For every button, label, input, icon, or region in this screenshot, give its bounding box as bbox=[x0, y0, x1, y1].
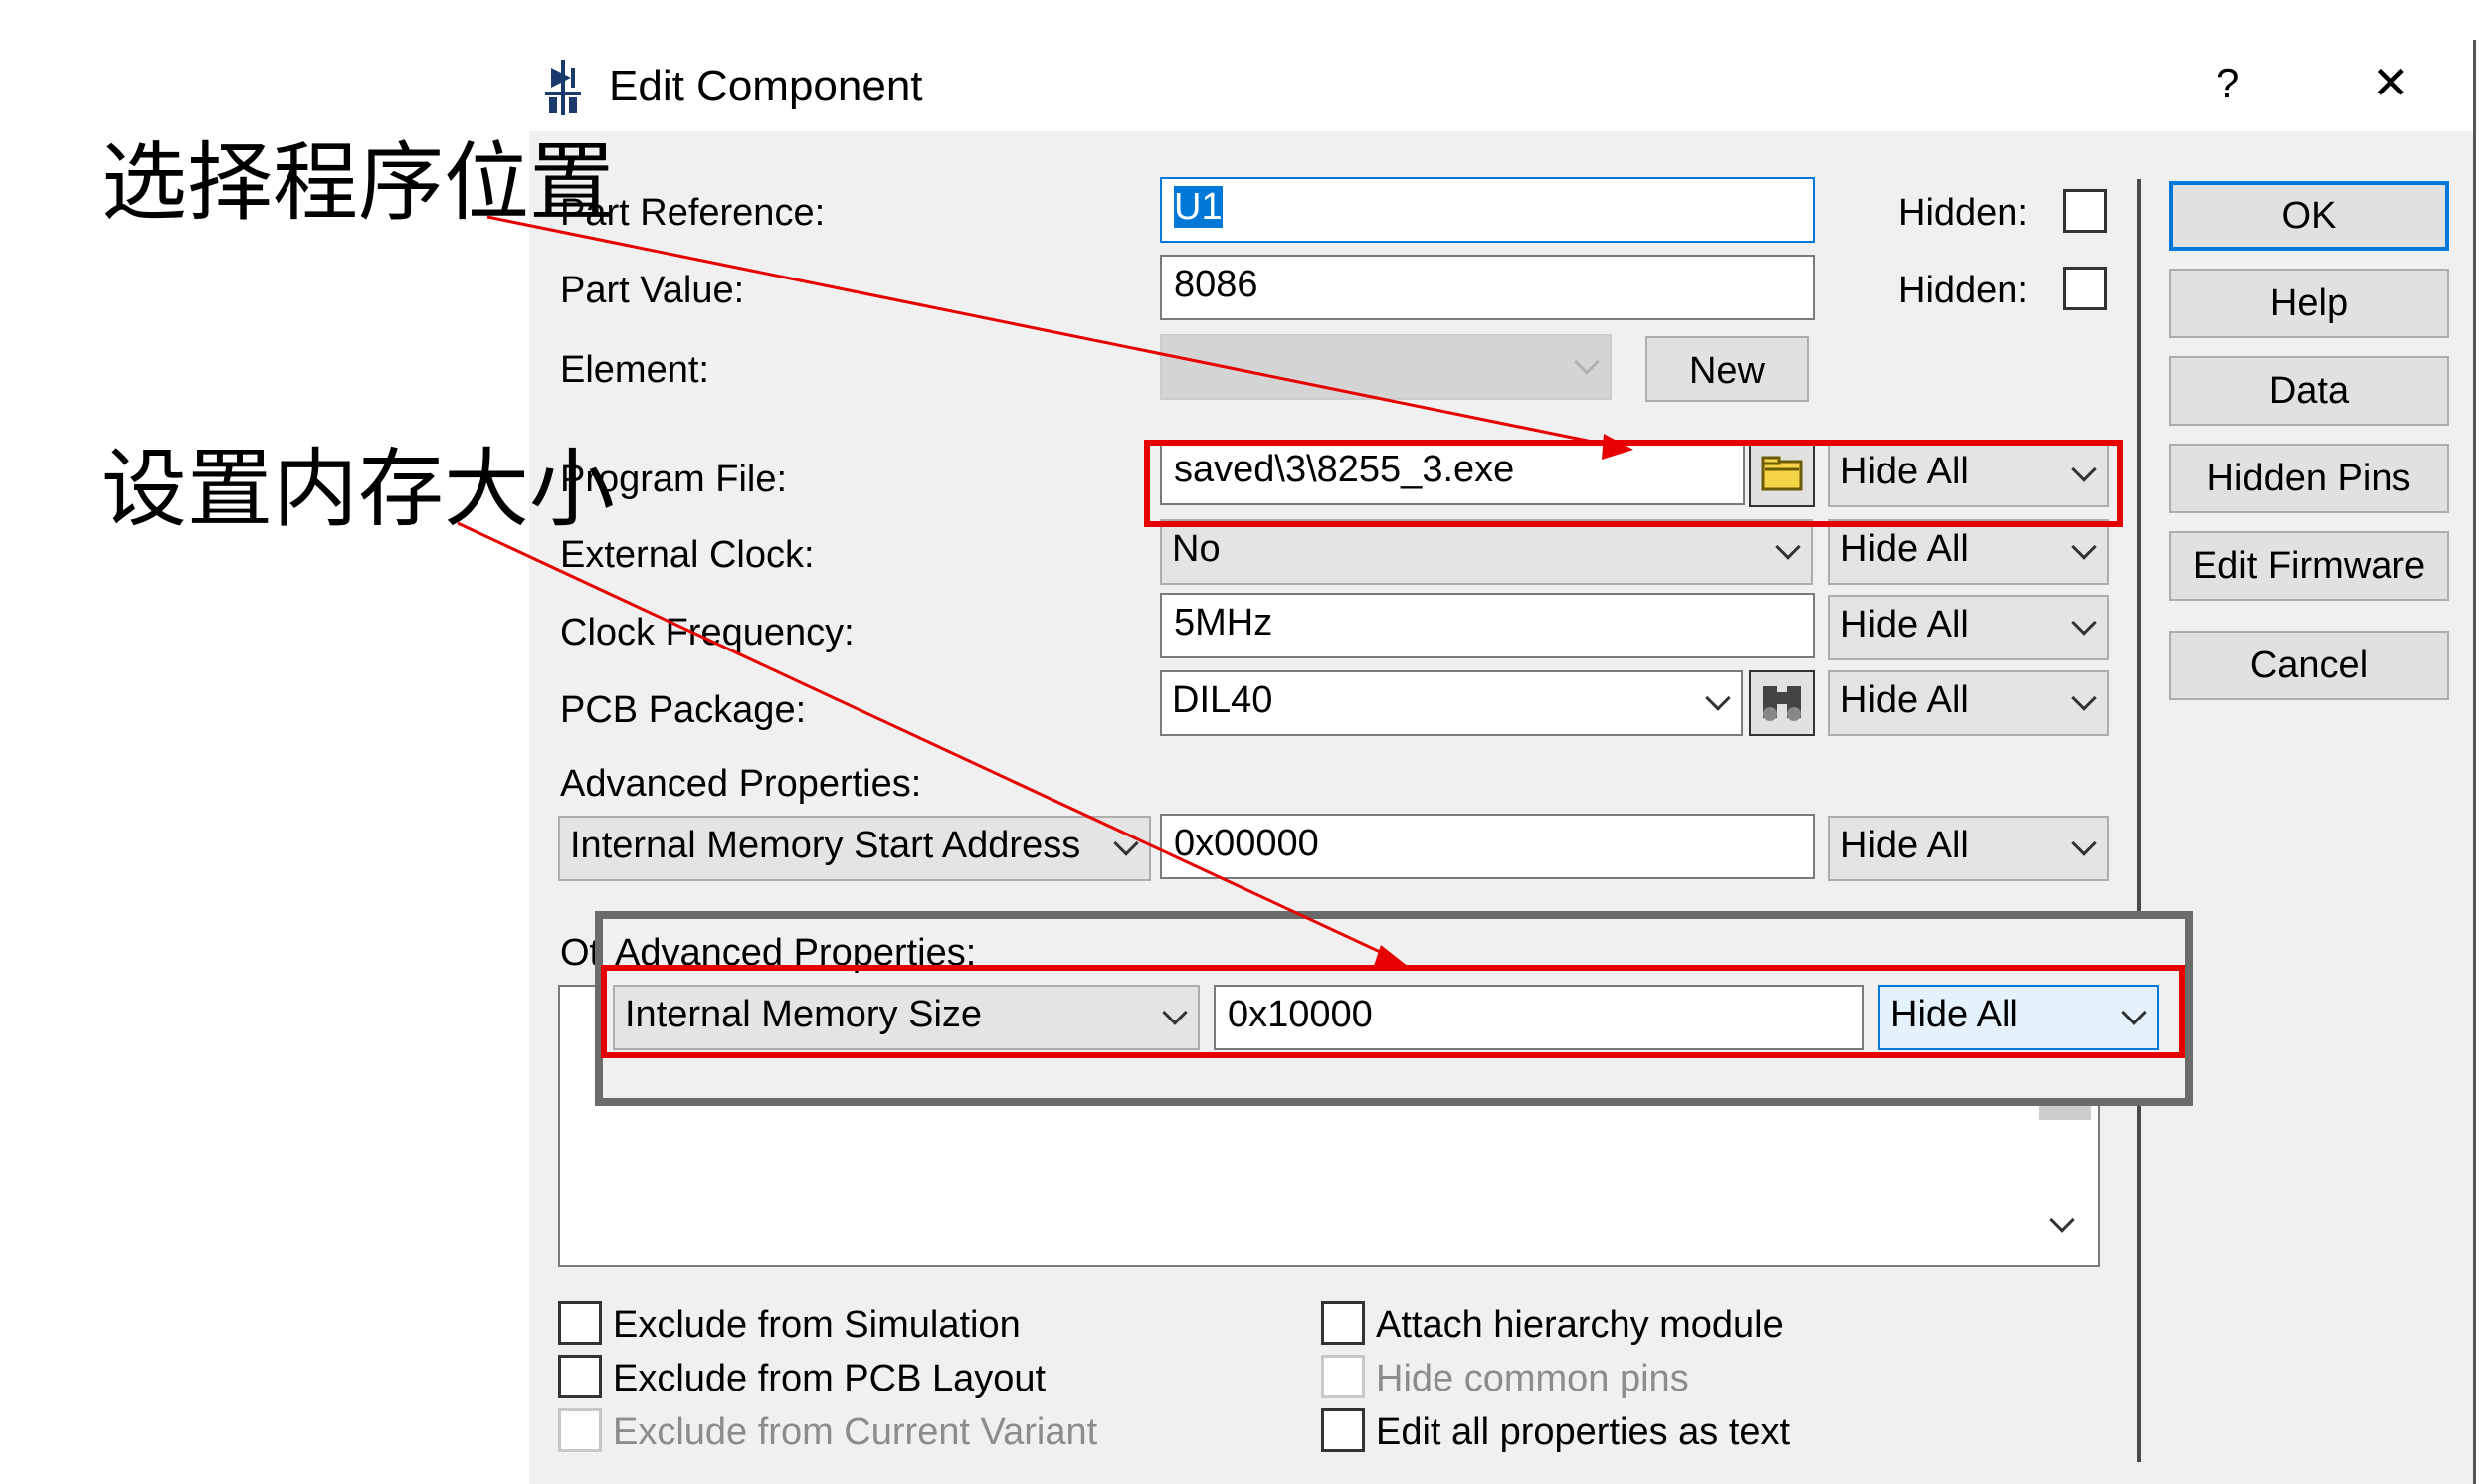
annotation-select-program-location: 选择程序位置 bbox=[101, 133, 615, 233]
annotation-set-memory-size: 设置内存大小 bbox=[101, 440, 615, 539]
arrow-to-memory-size bbox=[457, 521, 1392, 959]
arrow-head-program-file bbox=[1602, 434, 1633, 460]
arrow-to-program-file bbox=[486, 215, 1613, 448]
arrow-head-memory-size bbox=[1373, 945, 1409, 969]
